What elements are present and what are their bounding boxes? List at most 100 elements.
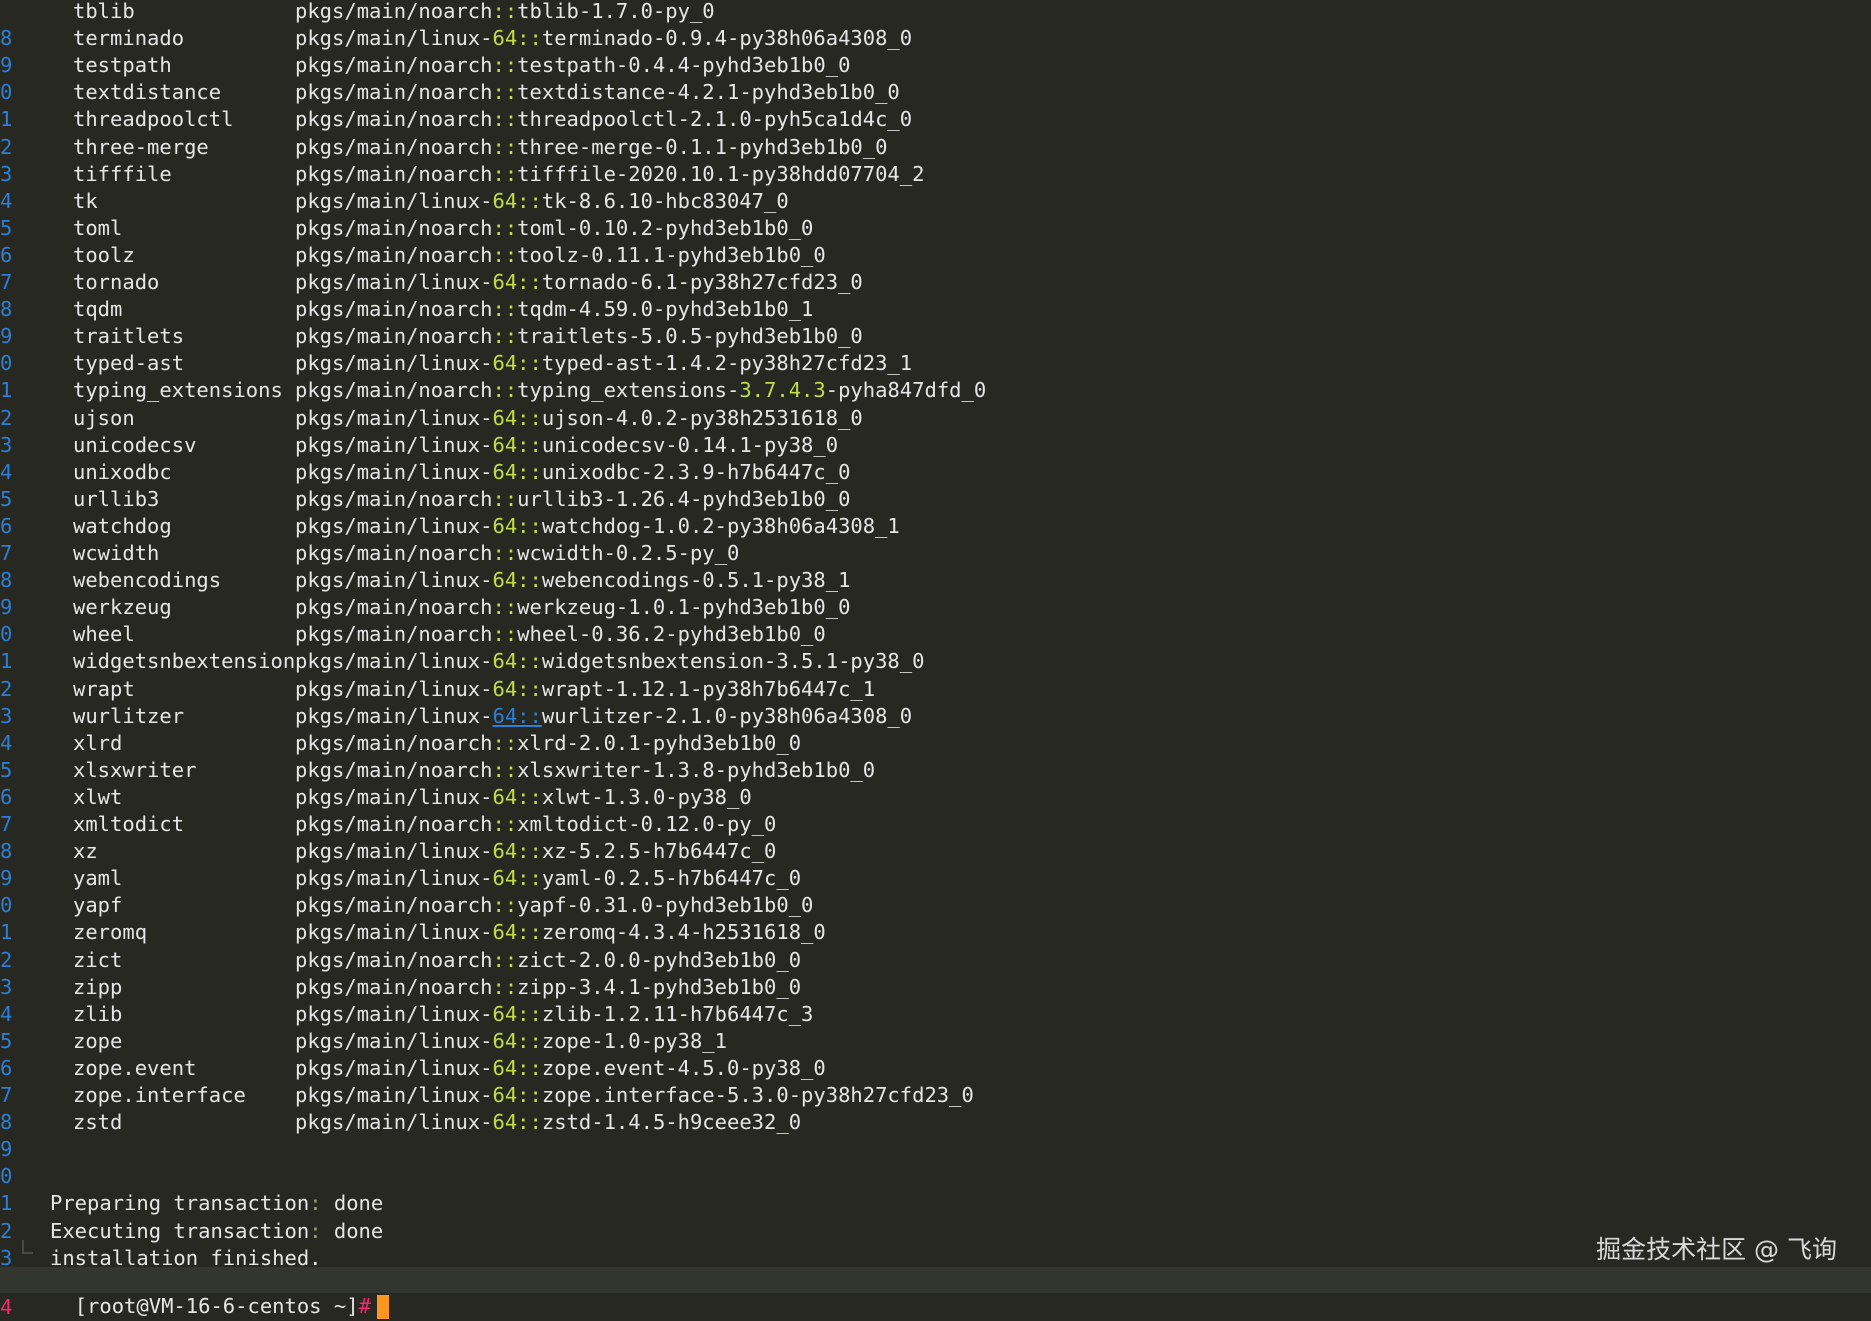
line-number: 6: [0, 1055, 12, 1080]
channel-separator: ::: [492, 595, 518, 620]
package-spec: textdistance-4.2.1-pyhd3eb1b0_0: [517, 80, 900, 105]
package-spec: webencodings-0.5.1-py38_1: [541, 568, 851, 593]
package-channel-spec: pkgs/main/linux-64::terminado-0.9.4-py38…: [295, 25, 912, 52]
channel-separator: ::: [517, 866, 542, 891]
channel-arch: 64: [492, 459, 518, 484]
package-channel-spec: pkgs/main/noarch::tblib-1.7.0-py_0: [295, 0, 715, 25]
channel-separator: ::: [492, 757, 518, 782]
package-name: wheel: [73, 622, 135, 647]
channel-path: pkgs/main/noarch: [295, 297, 493, 322]
message-colon: :: [309, 1218, 322, 1243]
package-spec: wcwidth-0.2.5-py_0: [517, 541, 740, 565]
package-spec: xmltodict-0.12.0-py_0: [517, 812, 777, 836]
channel-path: pkgs/main/linux-: [295, 676, 493, 701]
line-number: 3: [0, 161, 12, 186]
package-channel-spec: pkgs/main/linux-64::widgetsnbextension-3…: [295, 648, 924, 675]
package-spec: xlrd-2.0.1-pyhd3eb1b0_0: [517, 730, 802, 755]
channel-path: pkgs/main/linux-: [295, 459, 493, 484]
package-channel-spec: pkgs/main/linux-64::wrapt-1.12.1-py38h7b…: [295, 676, 875, 703]
package-spec: widgetsnbextension-3.5.1-py38_0: [541, 649, 925, 674]
channel-path: pkgs/main/noarch: [295, 893, 493, 918]
channel-path: pkgs/main/noarch: [295, 53, 493, 78]
channel-path: pkgs/main/linux-: [295, 1055, 493, 1080]
line-number: 1: [0, 920, 12, 945]
channel-arch: 64: [492, 270, 518, 294]
line-number: 5: [0, 486, 12, 511]
channel-path: pkgs/main/noarch: [295, 757, 493, 782]
package-name: typing_extensions: [73, 378, 283, 403]
package-name: xmltodict: [73, 812, 185, 836]
channel-arch: 64: [492, 568, 518, 593]
package-channel-spec: pkgs/main/noarch::zict-2.0.0-pyhd3eb1b0_…: [295, 947, 801, 974]
package-name: tornado: [73, 270, 160, 294]
package-name: zope.interface: [73, 1083, 246, 1107]
package-name: wcwidth: [73, 541, 160, 565]
package-name: xlwt: [73, 784, 123, 809]
message-colon: :: [309, 1191, 322, 1216]
package-spec: zeromq-4.3.4-h2531618_0: [541, 920, 826, 945]
channel-separator: ::: [517, 351, 542, 376]
channel-arch: 64: [492, 513, 518, 538]
channel-separator: ::: [517, 839, 542, 864]
package-channel-spec: pkgs/main/noarch::toolz-0.11.1-pyhd3eb1b…: [295, 242, 826, 269]
package-name: xz: [73, 839, 98, 864]
line-number: 9: [0, 324, 12, 349]
package-name: tqdm: [73, 297, 123, 322]
channel-separator: ::: [492, 893, 518, 918]
package-spec: tqdm-4.59.0-pyhd3eb1b0_1: [517, 297, 814, 322]
text-cursor[interactable]: [376, 1295, 389, 1319]
package-spec: watchdog-1.0.2-py38h06a4308_1: [541, 513, 900, 538]
package-channel-spec: pkgs/main/noarch::toml-0.10.2-pyhd3eb1b0…: [295, 215, 813, 242]
package-channel-spec: pkgs/main/linux-64::zope.event-4.5.0-py3…: [295, 1055, 826, 1082]
channel-separator: ::: [517, 432, 542, 457]
channel-separator: ::: [517, 568, 542, 593]
package-name: unicodecsv: [73, 432, 197, 457]
channel-separator: ::: [517, 676, 542, 701]
package-channel-spec: pkgs/main/linux-64::zope.interface-5.3.0…: [295, 1082, 974, 1109]
channel-separator: ::: [492, 215, 518, 240]
channel-path: pkgs/main/noarch: [295, 242, 493, 267]
channel-separator: ::: [492, 486, 518, 511]
channel-path: pkgs/main/linux-: [295, 405, 493, 430]
watermark: 掘金技术社区 @ 飞询: [1596, 1235, 1837, 1264]
package-name: tifffile: [73, 161, 172, 186]
channel-separator: ::: [517, 513, 542, 538]
channel-arch: 64: [492, 351, 518, 376]
package-name: tk: [73, 188, 98, 213]
package-name: zict: [73, 947, 123, 972]
line-number: 1: [0, 649, 12, 674]
package-channel-spec: pkgs/main/linux-64::zlib-1.2.11-h7b6447c…: [295, 1001, 813, 1028]
line-number: 3: [0, 703, 12, 728]
package-name: werkzeug: [73, 595, 172, 620]
package-name: traitlets: [73, 324, 185, 349]
channel-separator: ::: [492, 134, 518, 159]
package-name: toml: [73, 215, 123, 240]
package-channel-spec: pkgs/main/noarch::traitlets-5.0.5-pyhd3e…: [295, 323, 863, 350]
channel-path: pkgs/main/noarch: [295, 378, 493, 403]
channel-path: pkgs/main/linux-: [295, 351, 493, 376]
package-spec: xz-5.2.5-h7b6447c_0: [541, 839, 777, 864]
package-channel-spec: pkgs/main/linux-64::unixodbc-2.3.9-h7b64…: [295, 459, 850, 486]
package-channel-spec: pkgs/main/noarch::werkzeug-1.0.1-pyhd3eb…: [295, 594, 850, 621]
channel-path: pkgs/main/noarch: [295, 974, 493, 999]
terminal-window[interactable]: tblib pkgs/main/noarch::tblib-1.7.0-py_0 8…: [0, 0, 1871, 1293]
message-label: installation finished.: [50, 1245, 322, 1270]
channel-separator: ::: [492, 947, 518, 972]
line-number: 5: [0, 215, 12, 240]
package-name: wurlitzer: [73, 703, 185, 728]
package-spec: wrapt-1.12.1-py38h7b6447c_1: [541, 676, 876, 701]
package-name: zipp: [73, 974, 123, 999]
channel-path: pkgs/main/noarch: [295, 134, 493, 159]
spec-version: 3.7.4.3: [739, 378, 826, 403]
channel-path: pkgs/main/linux-: [295, 920, 493, 945]
channel-separator: ::: [492, 242, 518, 267]
shell-prompt[interactable]: [root@VM-16-6-centos ~]#: [50, 1267, 389, 1319]
package-name: xlsxwriter: [73, 757, 197, 782]
package-spec: yapf-0.31.0-pyhd3eb1b0_0: [517, 893, 814, 918]
package-name: xlrd: [73, 730, 123, 755]
package-name: tblib: [73, 0, 135, 23]
package-channel-spec: pkgs/main/noarch::yapf-0.31.0-pyhd3eb1b0…: [295, 892, 813, 919]
package-name: toolz: [73, 242, 135, 267]
line-number: 3: [0, 974, 12, 999]
channel-path: pkgs/main/linux-: [295, 1028, 493, 1053]
